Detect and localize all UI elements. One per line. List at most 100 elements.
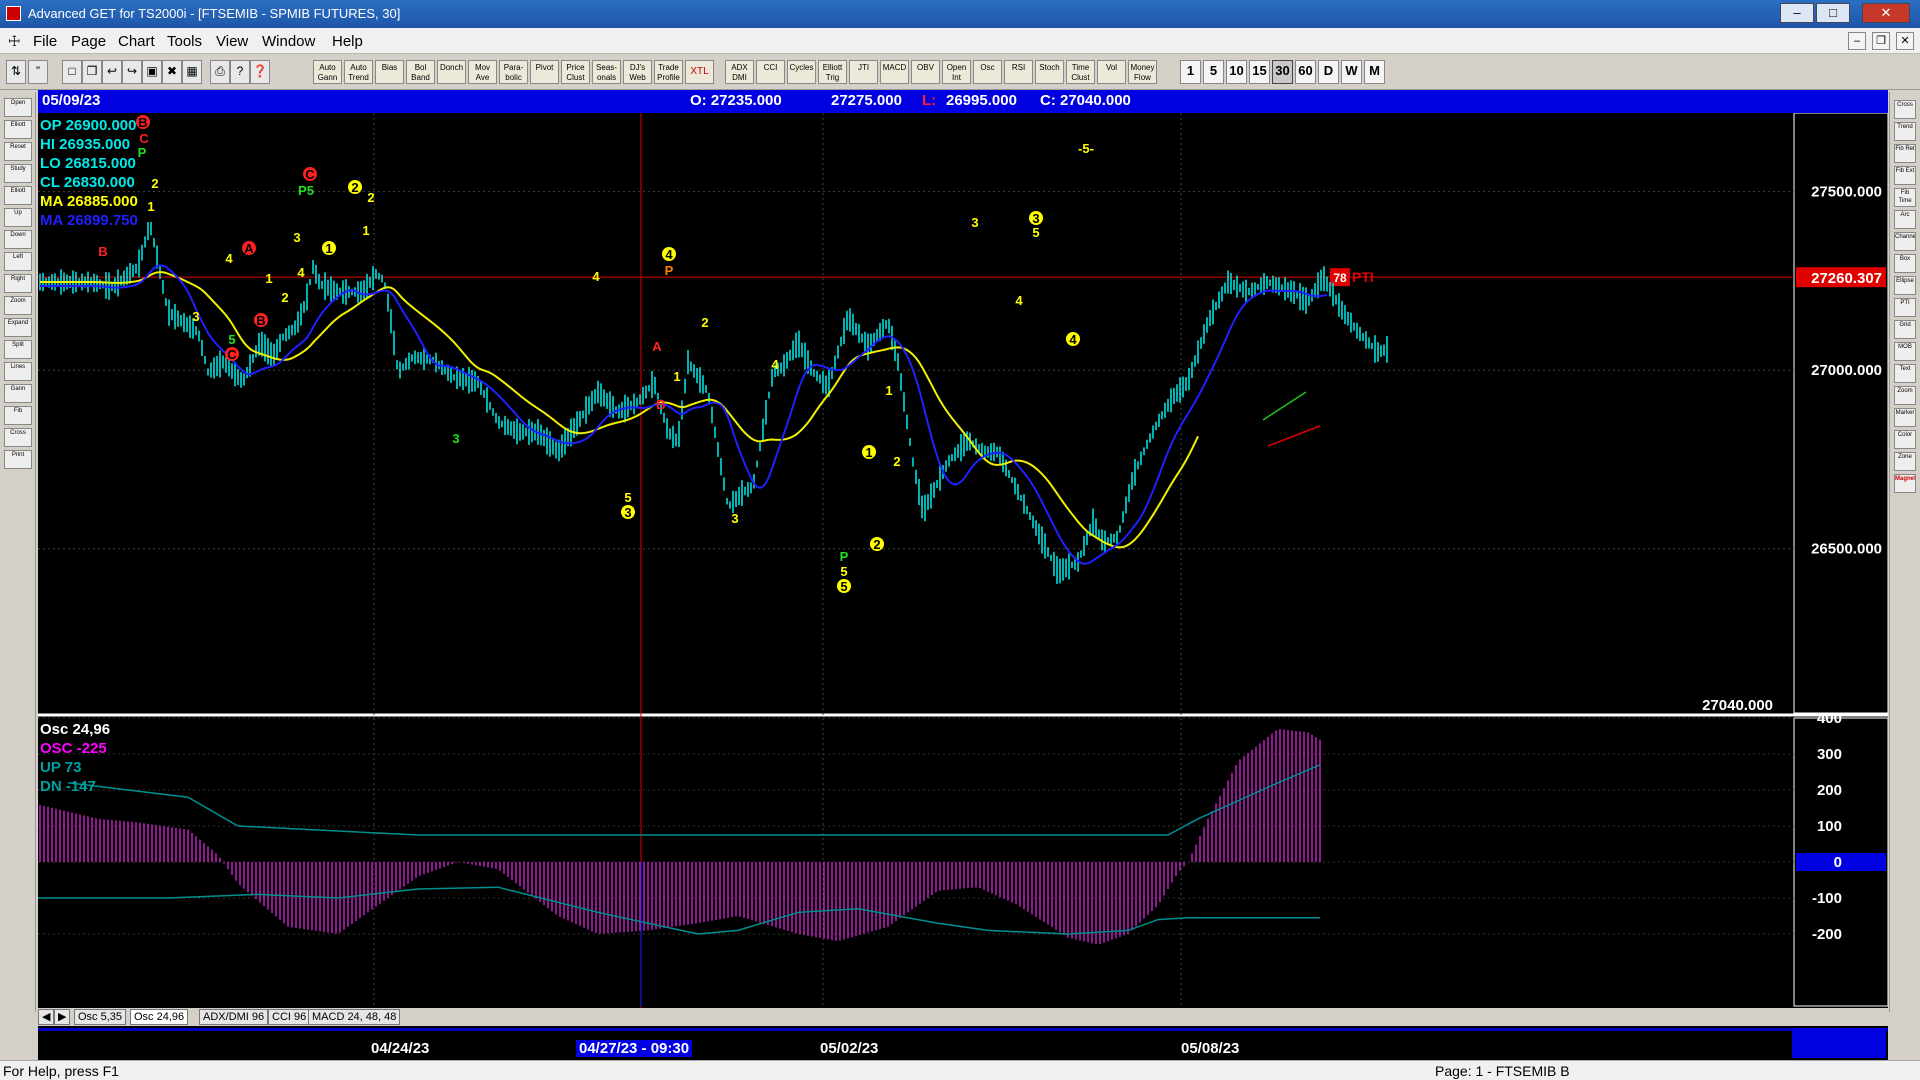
study-button-jti[interactable]: JTI	[849, 60, 878, 84]
study-button-stoch[interactable]: Stoch	[1035, 60, 1064, 84]
right-tool-box-button[interactable]: Box	[1894, 254, 1916, 273]
timeframe-button-30[interactable]: 30	[1272, 60, 1293, 84]
timeframe-button-15[interactable]: 15	[1249, 60, 1270, 84]
maximize-button[interactable]: □	[1816, 3, 1850, 23]
right-tool-ellipse-button[interactable]: Ellipse	[1894, 276, 1916, 295]
pointer-icon[interactable]: ⇅	[6, 60, 26, 84]
mdi-close-button[interactable]: ✕	[1896, 32, 1914, 50]
chart-window[interactable]: 27500.000 27000.000 26500.000 27260.307 2704…	[38, 90, 1888, 1060]
left-tool-right-button[interactable]: Right	[4, 274, 32, 293]
timeframe-button-10[interactable]: 10	[1226, 60, 1247, 84]
context-help-icon[interactable]: ❓	[250, 60, 270, 84]
menu-chart[interactable]: Chart	[118, 33, 155, 50]
study-button-time-clust[interactable]: Time Clust	[1066, 60, 1095, 84]
study-button-donch[interactable]: Donch	[437, 60, 466, 84]
right-tool-arc-button[interactable]: Arc	[1894, 210, 1916, 229]
timeframe-button-60[interactable]: 60	[1295, 60, 1316, 84]
right-tool-fib-ext-button[interactable]: Fib Ext	[1894, 166, 1916, 185]
close-button[interactable]: ✕	[1862, 3, 1910, 23]
left-tool-gann-button[interactable]: Gann	[4, 384, 32, 403]
study-button-cci[interactable]: CCI	[756, 60, 785, 84]
copy-icon[interactable]: ❐	[82, 60, 102, 84]
study-button-auto-trend[interactable]: Auto Trend	[344, 60, 373, 84]
study-button-vol[interactable]: Vol	[1097, 60, 1126, 84]
right-tool-mob-button[interactable]: MOB	[1894, 342, 1916, 361]
study-button-dj-s-web[interactable]: DJ's Web	[623, 60, 652, 84]
right-tool-cross-button[interactable]: Cross	[1894, 100, 1916, 119]
left-tool-up-button[interactable]: Up	[4, 208, 32, 227]
left-tool-zoom-button[interactable]: Zoom	[4, 296, 32, 315]
menu-tools[interactable]: Tools	[167, 33, 202, 50]
mdi-restore-button[interactable]: ❐	[1872, 32, 1890, 50]
left-tool-elliott-button[interactable]: Elliott	[4, 186, 32, 205]
tab-osc-24-96[interactable]: Osc 24,96	[130, 1009, 189, 1025]
print-icon[interactable]: ⎙	[210, 60, 230, 84]
right-tool-fib-ret-button[interactable]: Fib Ret	[1894, 144, 1916, 163]
right-tool-fib-time-button[interactable]: Fib Time	[1894, 188, 1916, 207]
study-button-osc[interactable]: Osc	[973, 60, 1002, 84]
study-button-adx-dmi[interactable]: ADX DMI	[725, 60, 754, 84]
timeframe-button-w[interactable]: W	[1341, 60, 1362, 84]
left-tool-lines-button[interactable]: Lines	[4, 362, 32, 381]
study-button-xtl[interactable]: XTL	[685, 60, 714, 84]
study-button-price-clust[interactable]: Price Clust	[561, 60, 590, 84]
timeframe-button-1[interactable]: 1	[1180, 60, 1201, 84]
right-tool-zoom-button[interactable]: Zoom	[1894, 386, 1916, 405]
left-tool-study-button[interactable]: Study	[4, 164, 32, 183]
left-tool-print-button[interactable]: Print	[4, 450, 32, 469]
left-tool-split-button[interactable]: Split	[4, 340, 32, 359]
study-button-elliott-trig[interactable]: Elliott Trig	[818, 60, 847, 84]
left-tool-fib-button[interactable]: Fib	[4, 406, 32, 425]
study-button-mov-ave[interactable]: Mov Ave	[468, 60, 497, 84]
timeframe-button-m[interactable]: M	[1364, 60, 1385, 84]
right-tool-grid-button[interactable]: Grid	[1894, 320, 1916, 339]
grid-icon[interactable]: ▦	[182, 60, 202, 84]
right-tool-text-button[interactable]: Text	[1894, 364, 1916, 383]
left-tool-elliott-button[interactable]: Elliott	[4, 120, 32, 139]
back-icon[interactable]: ↩	[102, 60, 122, 84]
left-tool-cross-button[interactable]: Cross	[4, 428, 32, 447]
forward-icon[interactable]: ↪	[122, 60, 142, 84]
price-chart[interactable]: 27500.000 27000.000 26500.000 27260.307 2704…	[38, 90, 1888, 1008]
tab-prev-button[interactable]: ◀	[38, 1009, 54, 1025]
study-button-para-bolic[interactable]: Para-bolic	[499, 60, 528, 84]
menu-file[interactable]: File	[33, 33, 57, 50]
left-tool-left-button[interactable]: Left	[4, 252, 32, 271]
right-tool-marker-button[interactable]: Marker	[1894, 408, 1916, 427]
left-tool-expand-button[interactable]: Expand	[4, 318, 32, 337]
study-button-seas-onals[interactable]: Seas-onals	[592, 60, 621, 84]
tab-macd[interactable]: MACD 24, 48, 48	[308, 1009, 401, 1025]
menu-page[interactable]: Page	[71, 33, 106, 50]
right-tool-channel-button[interactable]: Channel	[1894, 232, 1916, 251]
right-tool-trend-button[interactable]: Trend	[1894, 122, 1916, 141]
study-button-pivot[interactable]: Pivot	[530, 60, 559, 84]
study-button-cycles[interactable]: Cycles	[787, 60, 816, 84]
mdi-minimize-button[interactable]: –	[1848, 32, 1866, 50]
study-button-money-flow[interactable]: Money Flow	[1128, 60, 1157, 84]
study-button-obv[interactable]: OBV	[911, 60, 940, 84]
study-button-auto-gann[interactable]: Auto Gann	[313, 60, 342, 84]
tab-next-button[interactable]: ▶	[54, 1009, 70, 1025]
left-tool-open-button[interactable]: Open	[4, 98, 32, 117]
study-button-trade-profile[interactable]: Trade Profile	[654, 60, 683, 84]
menu-help[interactable]: Help	[332, 33, 363, 50]
help-icon[interactable]: ?	[230, 60, 250, 84]
doc-icon[interactable]: ☩	[8, 33, 21, 50]
tab-osc-5-35[interactable]: Osc 5,35	[74, 1009, 127, 1025]
menu-view[interactable]: View	[216, 33, 248, 50]
window-icon[interactable]: ▣	[142, 60, 162, 84]
quote-icon[interactable]: ”	[28, 60, 48, 84]
left-tool-down-button[interactable]: Down	[4, 230, 32, 249]
study-button-macd[interactable]: MACD	[880, 60, 909, 84]
minimize-button[interactable]: –	[1780, 3, 1814, 23]
study-button-bias[interactable]: Bias	[375, 60, 404, 84]
menu-window[interactable]: Window	[262, 33, 315, 50]
study-button-rsi[interactable]: RSI	[1004, 60, 1033, 84]
timeframe-button-d[interactable]: D	[1318, 60, 1339, 84]
tab-cci[interactable]: CCI 96	[268, 1009, 311, 1025]
timeframe-button-5[interactable]: 5	[1203, 60, 1224, 84]
right-tool-pti-button[interactable]: PTI	[1894, 298, 1916, 317]
study-button-open-int[interactable]: Open Int	[942, 60, 971, 84]
right-tool-zone-button[interactable]: Zone	[1894, 452, 1916, 471]
new-icon[interactable]: □	[62, 60, 82, 84]
